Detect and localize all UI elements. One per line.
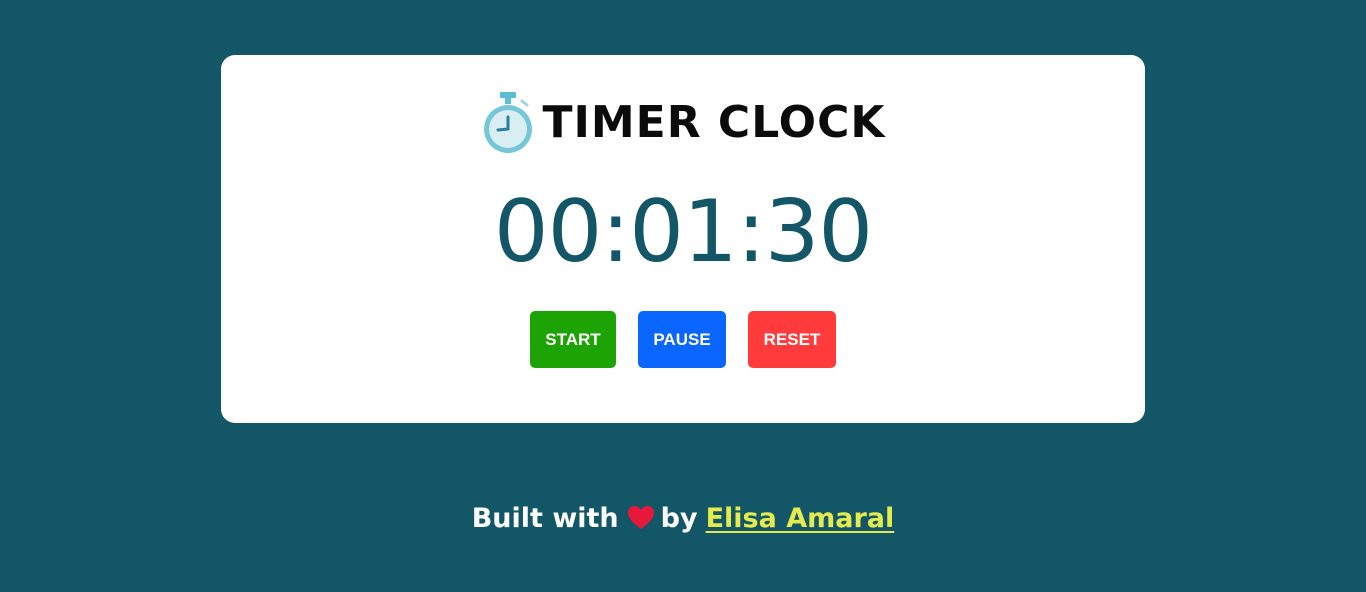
footer-built-with: Built with [471, 502, 619, 534]
heart-icon [627, 506, 654, 529]
page-title: TIMER CLOCK [542, 97, 886, 148]
footer-by: by [660, 502, 698, 534]
reset-button[interactable]: RESET [748, 311, 836, 368]
author-link[interactable]: Elisa Amaral [706, 503, 895, 534]
start-button[interactable]: START [530, 311, 616, 368]
pause-button[interactable]: PAUSE [638, 311, 726, 368]
stopwatch-icon [483, 92, 532, 153]
footer: Built with by Elisa Amaral [0, 498, 1366, 538]
timer-display: 00:01:30 [493, 182, 873, 282]
title-row: TIMER CLOCK [0, 92, 1366, 154]
